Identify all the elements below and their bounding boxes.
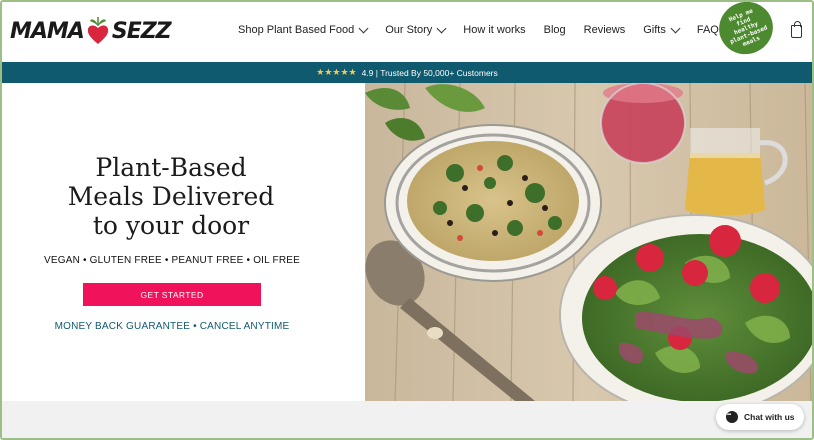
nav-item-blog[interactable]: Blog [544, 24, 566, 36]
hero-food-image [365, 83, 812, 401]
announcement-bar: ★★★★★ 4.9 | Trusted By 50,000+ Customers [2, 62, 812, 83]
nav-item-label: How it works [463, 24, 526, 36]
nav-item-label: Blog [543, 24, 566, 36]
chat-with-us-button[interactable]: Chat with us [716, 404, 804, 430]
brand-name-left: MAMA [10, 18, 85, 44]
guarantee-text: MONEY BACK GUARANTEE • CANCEL ANYTIME [54, 321, 290, 332]
help-badge-text: Help me find healthy plant-based meals [727, 7, 769, 48]
nav-item-shop[interactable]: Shop Plant Based Food [238, 23, 369, 36]
nav-item-reviews[interactable]: Reviews [584, 24, 626, 36]
get-started-button[interactable]: GET STARTED [83, 283, 261, 306]
nav-item-label: Shop Plant Based Food [238, 24, 355, 36]
nav-item-label: Our Story [385, 24, 433, 36]
rating-stars-icon: ★★★★★ [316, 67, 357, 77]
nav-item-label: Reviews [583, 24, 626, 36]
hero-title-line: Meals Delivered [67, 182, 275, 211]
site-header: MAMA SEZZ Shop Plant Based Food Our Stor… [2, 2, 812, 63]
chevron-down-icon [670, 23, 681, 33]
main-nav: Shop Plant Based Food Our Story How it w… [238, 23, 751, 36]
chevron-down-icon [358, 23, 369, 33]
diet-tags: VEGAN • GLUTEN FREE • PEANUT FREE • OIL … [43, 255, 301, 266]
chat-bubble-icon [726, 411, 738, 423]
nav-item-how-it-works[interactable]: How it works [463, 24, 525, 36]
page-frame: MAMA SEZZ Shop Plant Based Food Our Stor… [0, 0, 814, 440]
next-section-preview [2, 401, 812, 438]
brand-name-right: SEZZ [111, 18, 172, 44]
chevron-down-icon [436, 23, 447, 33]
help-me-find-badge[interactable]: Help me find healthy plant-based meals [711, 2, 781, 63]
shopping-bag-icon[interactable] [791, 21, 802, 38]
nav-item-gifts[interactable]: Gifts [643, 23, 681, 36]
hero-text-panel: Plant-Based Meals Delivered to your door… [2, 83, 365, 401]
hero-title: Plant-Based Meals Delivered to your door [2, 153, 340, 240]
chat-label: Chat with us [744, 412, 795, 422]
beet-heart-icon [85, 16, 111, 46]
brand-logo[interactable]: MAMA SEZZ [10, 14, 172, 48]
nav-item-label: Gifts [643, 24, 666, 36]
nav-item-our-story[interactable]: Our Story [385, 23, 447, 36]
hero-title-line: to your door [92, 211, 250, 240]
announcement-text: 4.9 | Trusted By 50,000+ Customers [361, 67, 498, 78]
hero-title-line: Plant-Based [95, 153, 247, 182]
